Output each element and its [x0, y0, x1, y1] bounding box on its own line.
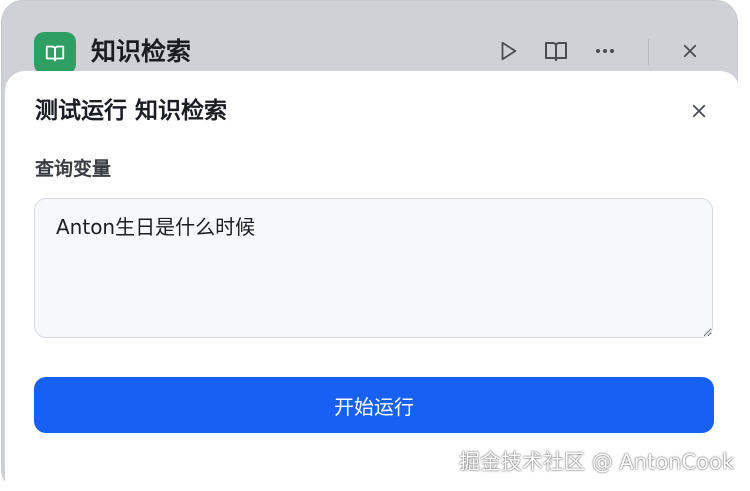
- query-variable-input[interactable]: Anton生日是什么时候: [34, 198, 713, 338]
- dialog-title: 测试运行 知识检索: [35, 98, 228, 124]
- header-divider: [648, 39, 649, 65]
- start-run-button[interactable]: 开始运行: [34, 377, 714, 433]
- node-title: 知识检索: [91, 37, 192, 66]
- close-icon[interactable]: [685, 97, 713, 125]
- node-header: 知识检索: [2, 1, 737, 74]
- more-icon[interactable]: [591, 37, 619, 65]
- watermark: 掘金技术社区 @ AntonCook: [459, 450, 734, 474]
- play-icon[interactable]: [494, 37, 522, 65]
- test-run-dialog: 测试运行 知识检索 查询变量 Anton生日是什么时候 开始运行: [5, 71, 740, 491]
- query-variable-label: 查询变量: [35, 158, 112, 180]
- knowledge-retrieval-node-panel: 知识检索 测试运行 知识检索 查询变量 Anton生日是什么时候 开始运行: [1, 0, 740, 491]
- book-open-icon[interactable]: [542, 37, 570, 65]
- close-icon[interactable]: [676, 37, 704, 65]
- book-icon: [34, 32, 76, 74]
